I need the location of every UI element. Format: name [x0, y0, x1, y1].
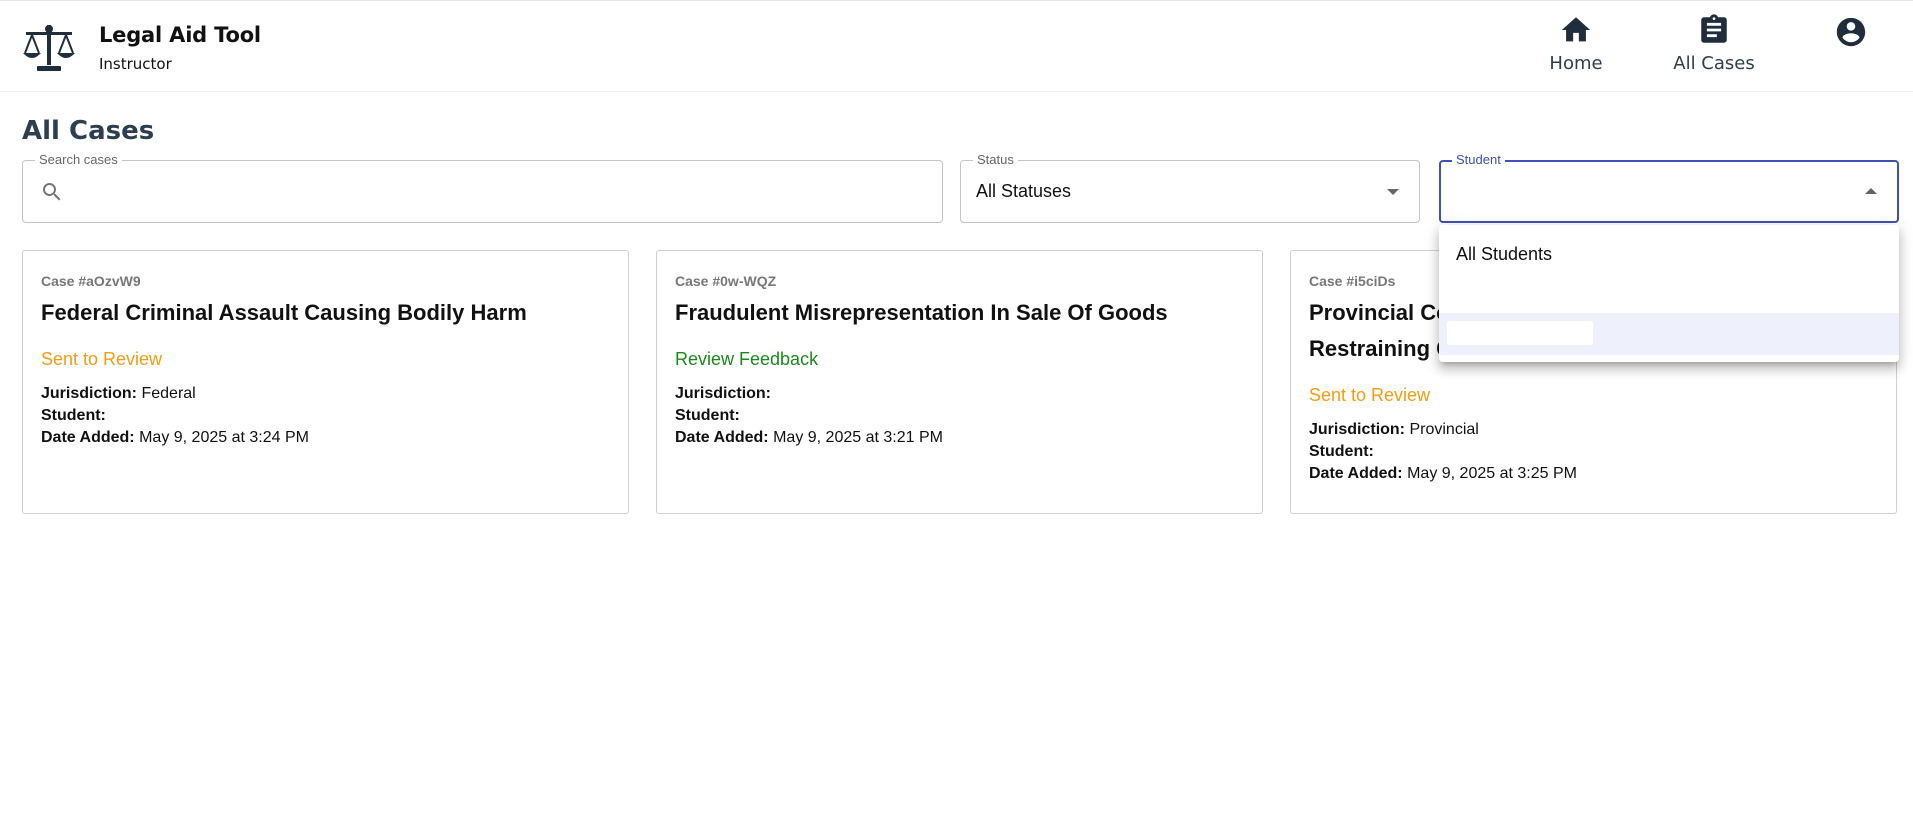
account-circle-icon[interactable] — [1834, 15, 1868, 49]
student-select-label: Student — [1452, 152, 1505, 167]
search-field[interactable]: Search cases — [22, 152, 943, 223]
nav-home[interactable]: Home — [1542, 13, 1610, 74]
case-date-added: Date Added: May 9, 2025 at 3:21 PM — [675, 429, 943, 446]
case-title: Fraudulent Misrepresentation In Sale Of … — [675, 300, 1168, 325]
clipboard-icon — [1701, 14, 1727, 43]
dropdown-option-all-students[interactable]: All Students — [1439, 236, 1899, 276]
case-id: Case #0w-WQZ — [675, 273, 777, 289]
status-select[interactable]: Status All Statuses — [960, 152, 1420, 223]
scales-icon — [23, 25, 75, 71]
search-icon — [43, 183, 61, 201]
case-date-added: Date Added: May 9, 2025 at 3:25 PM — [1309, 465, 1577, 482]
case-student: Student: — [1309, 443, 1374, 460]
nav-home-label: Home — [1549, 53, 1603, 74]
case-jurisdiction: Jurisdiction: Federal — [41, 385, 196, 402]
case-card[interactable]: Case #0w-WQZ Fraudulent Misrepresentatio… — [656, 250, 1263, 514]
user-role: Instructor — [99, 55, 172, 73]
nav-all-cases[interactable]: All Cases — [1667, 13, 1761, 74]
case-jurisdiction: Jurisdiction: — [675, 385, 772, 402]
top-app-bar: Legal Aid Tool Instructor Home All Cases — [0, 0, 1913, 92]
status-select-label: Status — [973, 152, 1018, 167]
case-student: Student: — [41, 407, 106, 424]
case-id: Case #i5ciDs — [1309, 273, 1396, 289]
dropdown-option-label: All Students — [1456, 244, 1553, 264]
dropdown-arrow-icon — [1387, 189, 1399, 195]
case-title: Federal Criminal Assault Causing Bodily … — [41, 300, 527, 325]
page-title: All Cases — [22, 116, 155, 146]
dropdown-option-student[interactable] — [1439, 276, 1899, 316]
home-icon — [1561, 17, 1591, 42]
case-jurisdiction: Jurisdiction: Provincial — [1309, 421, 1479, 438]
case-status: Sent to Review — [1309, 385, 1431, 405]
search-input[interactable] — [77, 175, 931, 211]
case-id: Case #aOzvW9 — [41, 273, 141, 289]
app-title: Legal Aid Tool — [99, 23, 261, 47]
search-field-label: Search cases — [35, 152, 122, 167]
status-select-value: All Statuses — [976, 181, 1072, 201]
case-card[interactable]: Case #aOzvW9 Federal Criminal Assault Ca… — [22, 250, 629, 514]
case-status: Review Feedback — [675, 349, 819, 369]
student-dropdown-menu: All Students — [1439, 225, 1899, 362]
dropdown-option-placeholder — [1447, 321, 1593, 345]
case-student: Student: — [675, 407, 740, 424]
dropdown-option-student-selected[interactable] — [1439, 313, 1899, 355]
nav-all-cases-label: All Cases — [1673, 53, 1755, 74]
dropdown-arrow-icon — [1865, 188, 1877, 194]
case-status: Sent to Review — [41, 349, 163, 369]
student-select[interactable]: Student — [1439, 152, 1899, 223]
case-date-added: Date Added: May 9, 2025 at 3:24 PM — [41, 429, 309, 446]
